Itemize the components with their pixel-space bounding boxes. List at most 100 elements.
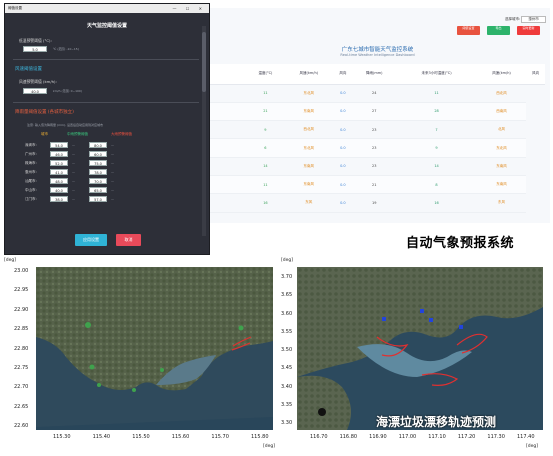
- col-forecast-direction: 风向: [526, 64, 545, 85]
- table-cell: 0.0: [333, 120, 353, 140]
- moderate-rain-input[interactable]: 46.0: [50, 151, 68, 157]
- table-cell: 北风: [476, 120, 527, 140]
- weather-table: 温度(°C) 风速(km/h) 风向 降雨(mm) 未来3小时温度(°C) 风速…: [210, 64, 545, 213]
- table-cell: 东南风: [284, 175, 334, 195]
- col-wind: 风速(km/h): [284, 64, 334, 85]
- table-row: 16 东风 0.0 19 16 东风: [210, 193, 545, 213]
- apply-button[interactable]: 应用设置: [75, 234, 107, 246]
- cancel-button[interactable]: 取消: [116, 234, 141, 246]
- x-axis-tick: 117.40: [517, 434, 535, 440]
- table-cell: 23: [352, 120, 397, 140]
- range-separator: —: [111, 152, 114, 156]
- col-moderate-header: 中雨预警阈值: [67, 132, 88, 136]
- export-button[interactable]: 导出: [487, 26, 510, 35]
- col-forecast-temp: 未来3小时温度(°C): [396, 64, 477, 85]
- y-axis-tick: 3.70: [281, 274, 293, 280]
- caption-drift-prediction: 海漂垃圾漂移轨迹预测: [376, 415, 497, 429]
- moderate-rain-input[interactable]: 54.0: [50, 142, 68, 148]
- table-cell: 6: [246, 138, 284, 158]
- refresh-button[interactable]: 实时更新: [517, 26, 540, 35]
- threshold-dialog: 阈值设置 — ☐ ✕ 天气监控阈值设置 低温预警阈值 (°C): 5.0 ℃ (…: [4, 3, 210, 255]
- wind-threshold-input[interactable]: 40.0: [23, 88, 47, 94]
- heavy-rain-input[interactable]: 78.0: [89, 169, 107, 175]
- table-cell: 东北风: [476, 138, 527, 158]
- threshold-button[interactable]: 阈值设置: [457, 26, 480, 35]
- heavy-rain-input[interactable]: 70.0: [89, 178, 107, 184]
- moderate-rain-input[interactable]: 41.0: [50, 169, 68, 175]
- table-cell: 14: [246, 157, 284, 176]
- wind-threshold-label: 风速预警阈值 (km/h):: [19, 79, 57, 84]
- y-axis-tick: 22.85: [14, 326, 29, 333]
- heavy-rain-input[interactable]: 65.0: [89, 187, 107, 193]
- x-axis-tick: 115.70: [211, 434, 229, 440]
- table-row: 11 东南风 0.0 21 8 东南风: [210, 175, 545, 195]
- table-cell: 16: [396, 193, 477, 213]
- heavy-rain-input[interactable]: 57.0: [89, 196, 107, 202]
- table-cell: 21: [246, 102, 284, 122]
- x-axis-tick: 117.30: [487, 434, 505, 440]
- table-cell: 东南风: [284, 102, 334, 122]
- col-rain: 降雨(mm): [352, 64, 397, 85]
- row-city-cell: [210, 157, 247, 176]
- moderate-rain-input[interactable]: 48.0: [50, 178, 68, 184]
- table-cell: 19: [352, 193, 397, 213]
- wind-section-title: 风速阈值设置: [15, 67, 42, 72]
- rain-row-city: 广州市:: [25, 152, 37, 156]
- moderate-rain-input[interactable]: 38.0: [50, 196, 68, 202]
- table-cell: 9: [246, 120, 284, 140]
- moderate-rain-input[interactable]: 52.0: [50, 160, 68, 166]
- y-axis-tick: 3.50: [281, 347, 293, 353]
- range-separator: —: [72, 179, 75, 183]
- col-heavy-header: 大雨预警阈值: [111, 132, 132, 136]
- table-cell: 0.0: [333, 102, 353, 122]
- temp-threshold-input[interactable]: 5.0: [23, 46, 47, 52]
- range-separator: —: [72, 188, 75, 192]
- rain-row-city: 深圳市:: [25, 143, 37, 147]
- moderate-rain-input[interactable]: 40.0: [50, 187, 68, 193]
- rain-row-city: 珠海市:: [25, 161, 37, 165]
- buoy-marker: [89, 364, 95, 370]
- range-separator: —: [72, 197, 75, 201]
- table-cell: 11: [246, 175, 284, 195]
- y-axis-tick: 23.00: [14, 268, 29, 274]
- range-separator: —: [111, 143, 114, 147]
- island-marker: [318, 408, 326, 416]
- table-cell: 7: [396, 120, 477, 140]
- dialog-titlebar: 阈值设置 — ☐ ✕: [5, 4, 209, 13]
- row-city-cell: [210, 102, 247, 122]
- rain-row-city: 汕尾市:: [25, 179, 37, 183]
- table-cell: 24: [352, 84, 397, 103]
- table-cell: 0.0: [333, 138, 353, 158]
- window-controls[interactable]: — ☐ ✕: [173, 4, 206, 13]
- x-axis-tick: 116.70: [310, 434, 328, 440]
- table-cell: 27: [352, 102, 397, 122]
- divider: [13, 102, 199, 103]
- y-axis-tick: 3.35: [281, 401, 293, 408]
- range-separator: —: [111, 170, 114, 174]
- range-separator: —: [72, 170, 75, 174]
- buoy-marker: [420, 309, 424, 313]
- dialog-heading: 天气监控阈值设置: [86, 23, 127, 29]
- left-map-y-unit: [deg]: [4, 258, 16, 263]
- table-cell: 8: [396, 175, 477, 195]
- y-axis-tick: 3.60: [281, 310, 293, 317]
- city-select-value[interactable]: 惠州市: [521, 16, 546, 23]
- city-select[interactable]: 选择城市: 惠州市: [505, 16, 546, 23]
- range-separator: —: [111, 179, 114, 183]
- range-separator: —: [111, 161, 114, 165]
- table-row: 21 东南风 0.0 27 28 西南风: [210, 102, 545, 122]
- left-map: [36, 267, 273, 430]
- range-separator: —: [72, 143, 75, 147]
- heavy-rain-input[interactable]: 75.0: [89, 160, 107, 166]
- table-cell: 东南风: [476, 175, 527, 195]
- heavy-rain-input[interactable]: 80.0: [89, 142, 107, 148]
- x-axis-tick: 115.60: [171, 434, 190, 440]
- buoy-marker: [238, 325, 244, 331]
- city-select-label: 选择城市:: [505, 17, 521, 21]
- heavy-rain-input[interactable]: 60.0: [89, 151, 107, 157]
- rain-section-title: 降雨量阈值设置 (各城市独立): [15, 110, 74, 115]
- dialog-scrollbar-thumb[interactable]: [202, 32, 206, 92]
- col-temp: 温度(°C): [246, 64, 284, 85]
- temp-threshold-label: 低温预警阈值 (°C):: [19, 38, 52, 43]
- x-axis-tick: 115.30: [53, 434, 71, 440]
